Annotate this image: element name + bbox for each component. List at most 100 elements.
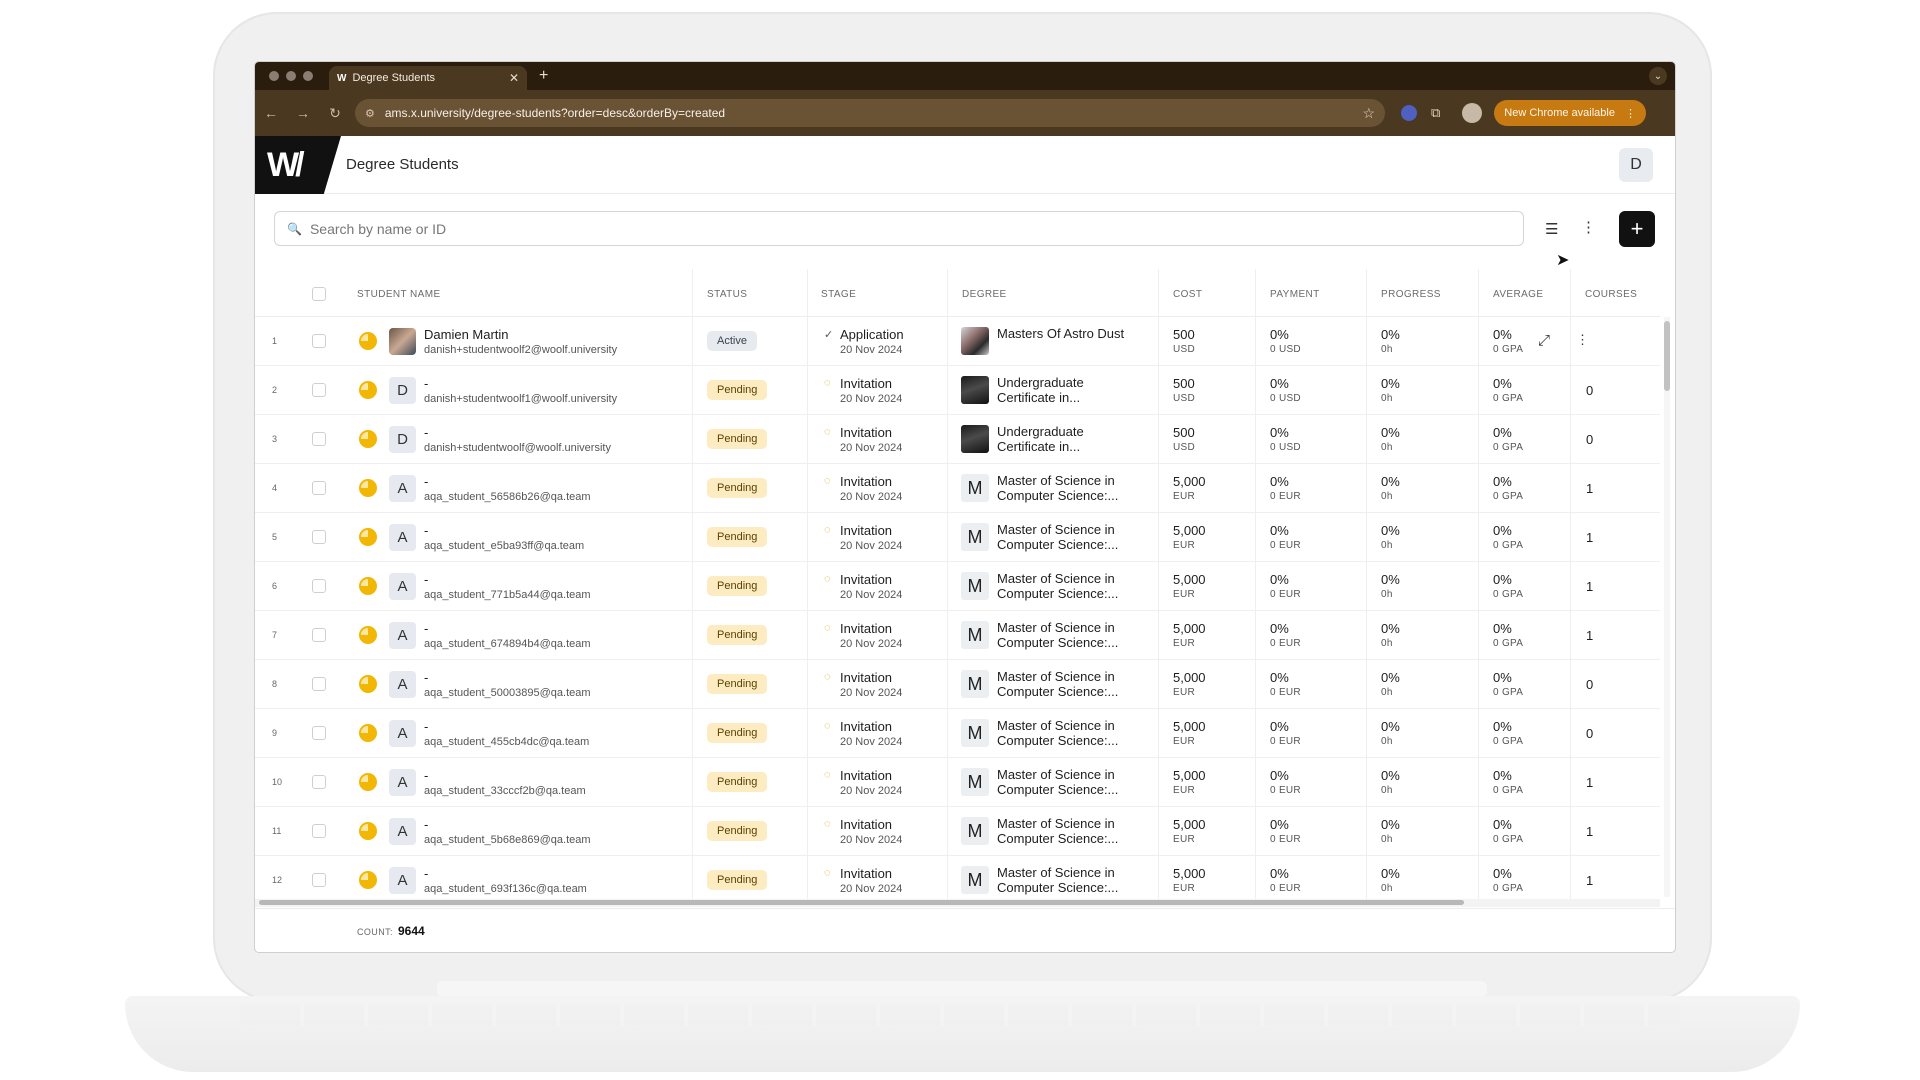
payment-amount: 0 EUR <box>1270 883 1301 894</box>
row-checkbox[interactable] <box>312 432 326 446</box>
col-progress[interactable]: PROGRESS <box>1381 289 1441 300</box>
spinner-icon: ◌ <box>824 426 831 438</box>
table-row[interactable]: 3 D - danish+studentwoolf@woolf.university P… <box>255 415 1660 464</box>
back-arrow-icon[interactable]: ← <box>255 105 287 121</box>
close-window-button[interactable] <box>269 71 279 81</box>
status-badge: Pending <box>707 576 768 596</box>
profile-avatar[interactable] <box>1462 103 1483 123</box>
row-checkbox[interactable] <box>312 824 326 838</box>
degree-cell[interactable]: M Master of Science in Computer Science:.… <box>961 807 1151 856</box>
row-checkbox[interactable] <box>312 677 326 691</box>
degree-cell[interactable]: M Master of Science in Computer Science:.… <box>961 611 1151 660</box>
stage-name: Invitation <box>840 817 893 832</box>
reload-icon[interactable]: ↻ <box>319 105 351 122</box>
site-settings-icon[interactable]: ⚙ <box>365 107 375 120</box>
col-average[interactable]: AVERAGE <box>1493 289 1543 300</box>
degree-cell[interactable]: M Master of Science in Computer Science:.… <box>961 758 1151 807</box>
row-checkbox[interactable] <box>312 383 326 397</box>
row-checkbox[interactable] <box>312 334 326 348</box>
student-name[interactable]: - <box>424 768 428 783</box>
row-checkbox[interactable] <box>312 628 326 642</box>
student-name[interactable]: - <box>424 474 428 489</box>
new-tab-icon[interactable]: + <box>539 67 548 85</box>
vertical-scrollbar[interactable] <box>1664 317 1670 897</box>
user-avatar[interactable]: D <box>1619 148 1653 182</box>
extensions-puzzle-icon[interactable]: ⧉ <box>1431 105 1440 121</box>
row-checkbox[interactable] <box>312 873 326 887</box>
degree-cell[interactable]: M Master of Science in Computer Science:.… <box>961 562 1151 611</box>
tab-search-icon[interactable]: ⌄ <box>1649 67 1667 85</box>
table-row[interactable]: 6 A - aqa_student_771b5a44@qa.team Pending ◌ I… <box>255 562 1660 611</box>
degree-cell[interactable]: M Master of Science in Computer Science:.… <box>961 709 1151 758</box>
close-tab-icon[interactable]: ✕ <box>509 71 519 85</box>
search-input[interactable] <box>309 220 1511 237</box>
horizontal-scroll-thumb[interactable] <box>259 900 1464 905</box>
degree-cell[interactable]: M Master of Science in Computer Science:.… <box>961 660 1151 709</box>
col-status[interactable]: STATUS <box>707 289 747 300</box>
average-gpa: 0 GPA <box>1493 393 1524 404</box>
horizontal-scrollbar[interactable] <box>255 899 1660 907</box>
table-row[interactable]: 2 D - danish+studentwoolf1@woolf.university… <box>255 366 1660 415</box>
url-field[interactable]: ⚙ ams.x.university/degree-students?order… <box>355 99 1385 127</box>
progress-value: 0% <box>1381 523 1400 538</box>
table-row[interactable]: 11 A - aqa_student_5b68e869@qa.team Pending ◌… <box>255 807 1660 856</box>
student-name[interactable]: - <box>424 719 428 734</box>
degree-cell[interactable]: Undergraduate Certificate in... <box>961 415 1151 464</box>
row-checkbox[interactable] <box>312 481 326 495</box>
row-more-icon[interactable]: ⋮ <box>1576 332 1589 348</box>
avatar: D <box>389 426 416 453</box>
expand-icon[interactable]: ⤢ <box>1538 332 1550 349</box>
browser-tab[interactable]: W Degree Students ✕ <box>329 66 527 90</box>
status-cell: Pending <box>692 660 807 709</box>
table-row[interactable]: 5 A - aqa_student_e5ba93ff@qa.team Pending ◌ I… <box>255 513 1660 562</box>
student-name[interactable]: - <box>424 817 428 832</box>
vertical-scroll-thumb[interactable] <box>1664 321 1670 391</box>
add-student-button[interactable]: + <box>1619 211 1655 247</box>
maximize-window-button[interactable] <box>303 71 313 81</box>
col-courses[interactable]: COURSES <box>1585 289 1637 300</box>
new-chrome-button[interactable]: New Chrome available ⋮ <box>1494 100 1646 126</box>
table-row[interactable]: 4 A - aqa_student_56586b26@qa.team Pending ◌ I… <box>255 464 1660 513</box>
degree-cell[interactable]: M Master of Science in Computer Science:.… <box>961 513 1151 562</box>
row-checkbox[interactable] <box>312 775 326 789</box>
student-name[interactable]: - <box>424 572 428 587</box>
student-name[interactable]: - <box>424 376 428 391</box>
col-student-name[interactable]: STUDENT NAME <box>357 289 441 300</box>
col-payment[interactable]: PAYMENT <box>1270 289 1320 300</box>
more-vertical-icon[interactable]: ⋮ <box>1581 218 1596 236</box>
star-icon[interactable]: ☆ <box>1362 105 1375 122</box>
col-degree[interactable]: DEGREE <box>962 289 1007 300</box>
table-row[interactable]: 1 Damien Martin danish+studentwoolf2@woolf… <box>255 317 1660 366</box>
table-row[interactable]: 8 A - aqa_student_50003895@qa.team Pending ◌ I… <box>255 660 1660 709</box>
filter-icon[interactable]: ☰ <box>1545 220 1558 238</box>
degree-cell[interactable]: M Master of Science in Computer Science:.… <box>961 464 1151 513</box>
student-name[interactable]: Damien Martin <box>424 327 509 342</box>
col-cost[interactable]: COST <box>1173 289 1202 300</box>
minimize-window-button[interactable] <box>286 71 296 81</box>
row-checkbox[interactable] <box>312 530 326 544</box>
student-name[interactable]: - <box>424 670 428 685</box>
extension-icon[interactable] <box>1401 105 1417 121</box>
student-name[interactable]: - <box>424 866 428 881</box>
row-checkbox[interactable] <box>312 726 326 740</box>
table-row[interactable]: 9 A - aqa_student_455cb4dc@qa.team Pending ◌ I… <box>255 709 1660 758</box>
status-badge: Pending <box>707 674 768 694</box>
forward-arrow-icon[interactable]: → <box>287 105 319 121</box>
table-row[interactable]: 12 A - aqa_student_693f136c@qa.team Pending ◌… <box>255 856 1660 899</box>
row-number: 1 <box>272 336 278 346</box>
degree-name: Undergraduate Certificate in... <box>997 375 1084 405</box>
student-name[interactable]: - <box>424 425 428 440</box>
degree-cell[interactable]: M Master of Science in Computer Science:.… <box>961 856 1151 899</box>
table-row[interactable]: 10 A - aqa_student_33cccf2b@qa.team Pending ◌… <box>255 758 1660 807</box>
select-all-checkbox[interactable] <box>312 287 326 301</box>
degree-cell[interactable]: Masters Of Astro Dust <box>961 317 1151 366</box>
spinner-icon: ◌ <box>824 573 831 585</box>
logo[interactable]: W/ <box>255 136 341 194</box>
student-name[interactable]: - <box>424 621 428 636</box>
row-checkbox[interactable] <box>312 579 326 593</box>
search-field[interactable]: 🔍 <box>274 211 1524 246</box>
col-stage[interactable]: STAGE <box>821 289 856 300</box>
table-row[interactable]: 7 A - aqa_student_674894b4@qa.team Pending ◌ I… <box>255 611 1660 660</box>
student-name[interactable]: - <box>424 523 428 538</box>
degree-cell[interactable]: Undergraduate Certificate in... <box>961 366 1151 415</box>
